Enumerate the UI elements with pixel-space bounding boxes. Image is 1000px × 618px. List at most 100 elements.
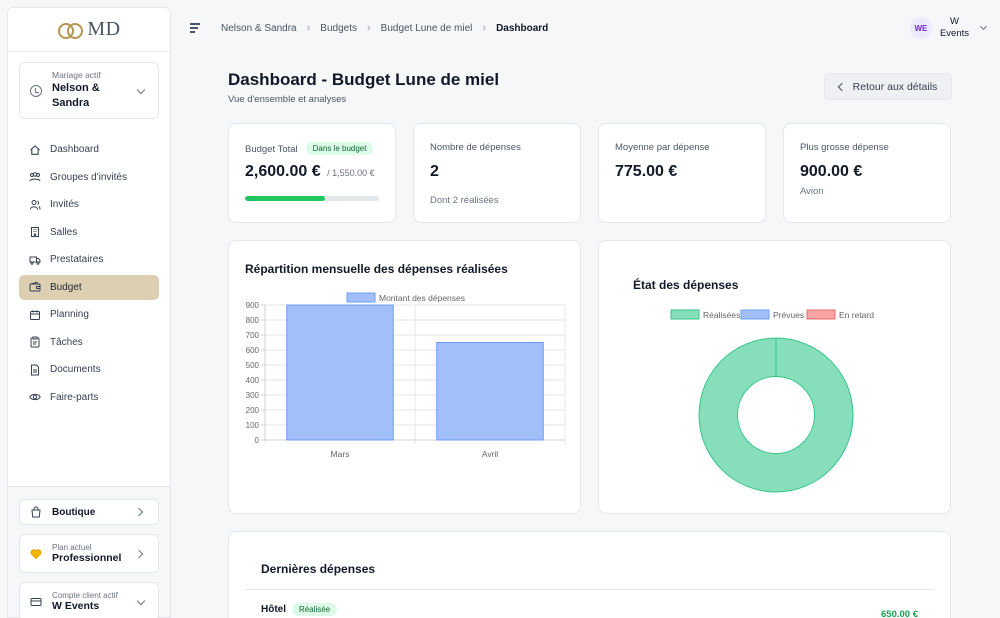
breadcrumb-item-budgets[interactable]: Budgets bbox=[320, 23, 357, 34]
groups-icon bbox=[29, 171, 41, 183]
y-tick-label: 500 bbox=[246, 361, 260, 370]
current-plan-label: Plan actuel bbox=[52, 543, 92, 552]
sidebar-item-label: Planning bbox=[50, 309, 89, 320]
legend-label: Réalisées bbox=[703, 310, 740, 320]
sidebar-item-label: Dashboard bbox=[50, 144, 99, 155]
y-tick-label: 200 bbox=[246, 406, 260, 415]
divider bbox=[245, 589, 934, 590]
kpi-label: Budget Total Dans le budget bbox=[245, 142, 374, 155]
back-to-details-button[interactable]: Retour aux détails bbox=[824, 73, 952, 100]
app-logo[interactable]: MD bbox=[8, 8, 170, 52]
wallet-icon bbox=[29, 281, 41, 293]
shop-button[interactable]: Boutique bbox=[19, 499, 159, 525]
monthly-expenses-card: Répartition mensuelle des dépenses réali… bbox=[228, 240, 581, 514]
status-badge: Dans le budget bbox=[305, 142, 374, 155]
kpi-total-budget: Budget Total Dans le budget 2,600.00 € / … bbox=[228, 123, 396, 223]
active-wedding-selector[interactable]: Mariage actif Nelson & Sandra bbox=[19, 62, 159, 119]
monthly-chart-title: Répartition mensuelle des dépenses réali… bbox=[245, 262, 508, 276]
home-icon bbox=[29, 144, 41, 156]
kpi-value: 775.00 € bbox=[615, 163, 678, 180]
sidebar-item-guests[interactable]: Invités bbox=[19, 192, 159, 217]
kpi-label: Moyenne par dépense bbox=[615, 142, 710, 153]
donut-legend-item: Réalisées bbox=[670, 309, 740, 320]
recent-expenses-card: Dernières dépenses Hôtel Réalisée 650.00 … bbox=[228, 531, 951, 618]
expense-name-text: Hôtel bbox=[261, 604, 286, 615]
kpi-largest-expense: Plus grosse dépense 900.00 € Avion bbox=[783, 123, 951, 223]
chevron-right-icon: › bbox=[482, 22, 487, 34]
active-wedding-value: Nelson & Sandra bbox=[52, 82, 100, 109]
x-tick-label: Avril bbox=[482, 449, 498, 459]
sidebar-item-planning[interactable]: Planning bbox=[19, 302, 159, 327]
current-plan-value: Professionnel bbox=[52, 552, 122, 564]
breadcrumb: Nelson & Sandra › Budgets › Budget Lune … bbox=[221, 22, 548, 34]
sidebar-item-label: Prestataires bbox=[50, 254, 104, 265]
heart-icon bbox=[30, 548, 42, 560]
sidebar-item-tasks[interactable]: Tâches bbox=[19, 330, 159, 355]
sidebar-item-venues[interactable]: Salles bbox=[19, 220, 159, 245]
sidebar-item-guest-groups[interactable]: Groupes d'invités bbox=[19, 165, 159, 190]
kpi-value: 2,600.00 € / 1,550.00 € bbox=[245, 163, 375, 181]
active-wedding-label: Mariage actif bbox=[52, 70, 101, 80]
budget-progress-bar bbox=[245, 196, 379, 201]
client-account-value: W Events bbox=[52, 600, 100, 612]
donut-legend-item: En retard bbox=[806, 309, 874, 320]
donut-legend-item: Prévues bbox=[740, 309, 804, 320]
client-account-label: Compte client actif bbox=[52, 591, 118, 600]
y-tick-label: 900 bbox=[246, 301, 260, 310]
sidebar-item-label: Faire-parts bbox=[50, 391, 99, 403]
chevron-down-icon bbox=[136, 85, 146, 95]
sidebar-item-budget[interactable]: Budget bbox=[19, 274, 159, 300]
legend-label: En retard bbox=[839, 310, 874, 320]
expense-status-donut-chart: Réalisées Prévues En retard bbox=[670, 309, 874, 493]
chevron-right-icon: › bbox=[366, 22, 371, 34]
sidebar-item-label: Invités bbox=[50, 199, 79, 210]
shop-label: Boutique bbox=[52, 506, 96, 518]
kpi-note: Avion bbox=[800, 186, 824, 197]
client-account-selector[interactable]: Compte client actif W Events bbox=[19, 582, 159, 618]
kpi-expense-count: Nombre de dépenses 2 Dont 2 réalisées bbox=[413, 123, 581, 223]
users-icon bbox=[29, 199, 41, 211]
breadcrumb-item-budget[interactable]: Budget Lune de miel bbox=[381, 23, 473, 34]
y-tick-label: 400 bbox=[246, 376, 260, 385]
status-chart-title: État des dépenses bbox=[633, 278, 739, 292]
expense-row-name[interactable]: Hôtel Réalisée bbox=[261, 603, 338, 616]
sidebar-item-dashboard[interactable]: Dashboard bbox=[19, 137, 159, 162]
chevron-right-icon bbox=[134, 549, 144, 558]
budget-progress-fill bbox=[245, 196, 325, 201]
kpi-label: Nombre de dépenses bbox=[430, 142, 521, 153]
user-name: W Events bbox=[940, 16, 969, 40]
breadcrumb-item-wedding[interactable]: Nelson & Sandra bbox=[221, 23, 297, 34]
truck-icon bbox=[29, 254, 41, 266]
y-tick-label: 100 bbox=[246, 421, 260, 430]
rings-logo-icon bbox=[57, 19, 85, 41]
current-plan-card[interactable]: Plan actuel Professionnel bbox=[19, 534, 159, 573]
back-button-label: Retour aux détails bbox=[852, 80, 938, 93]
sidebar-nav: Dashboard Groupes d'invités Invités Sall… bbox=[8, 137, 170, 410]
sidebar-item-documents[interactable]: Documents bbox=[19, 357, 159, 382]
sidebar-item-label: Tâches bbox=[50, 336, 83, 348]
user-menu[interactable]: WE W Events bbox=[909, 16, 988, 40]
sidebar-bottom-panel: Boutique Plan actuel Professionnel Compt… bbox=[8, 486, 170, 618]
bar-avril bbox=[436, 342, 544, 441]
sidebar-item-invitations[interactable]: Faire-parts bbox=[19, 385, 159, 410]
building-icon bbox=[29, 226, 41, 238]
y-tick-label: 800 bbox=[246, 316, 260, 325]
menu-toggle-icon[interactable] bbox=[190, 23, 200, 33]
clipboard-icon bbox=[29, 336, 41, 348]
y-tick-label: 0 bbox=[255, 436, 260, 445]
user-name-line1: W bbox=[949, 16, 959, 27]
page-title: Dashboard - Budget Lune de miel bbox=[228, 70, 500, 89]
document-icon bbox=[29, 364, 41, 376]
kpi-value: 900.00 € bbox=[800, 163, 863, 180]
legend-swatch bbox=[806, 309, 836, 320]
chevron-down-icon bbox=[979, 22, 988, 30]
kpi-label: Plus grosse dépense bbox=[800, 142, 889, 153]
sidebar-item-label: Budget bbox=[50, 281, 82, 293]
kpi-value: 2 bbox=[430, 163, 439, 180]
top-bar: Nelson & Sandra › Budgets › Budget Lune … bbox=[171, 0, 1000, 57]
sidebar-item-vendors[interactable]: Prestataires bbox=[19, 247, 159, 272]
breadcrumb-item-current: Dashboard bbox=[496, 22, 549, 34]
chevron-left-icon bbox=[837, 82, 846, 91]
legend-label: Prévues bbox=[773, 310, 804, 320]
recent-expenses-title: Dernières dépenses bbox=[261, 562, 376, 576]
